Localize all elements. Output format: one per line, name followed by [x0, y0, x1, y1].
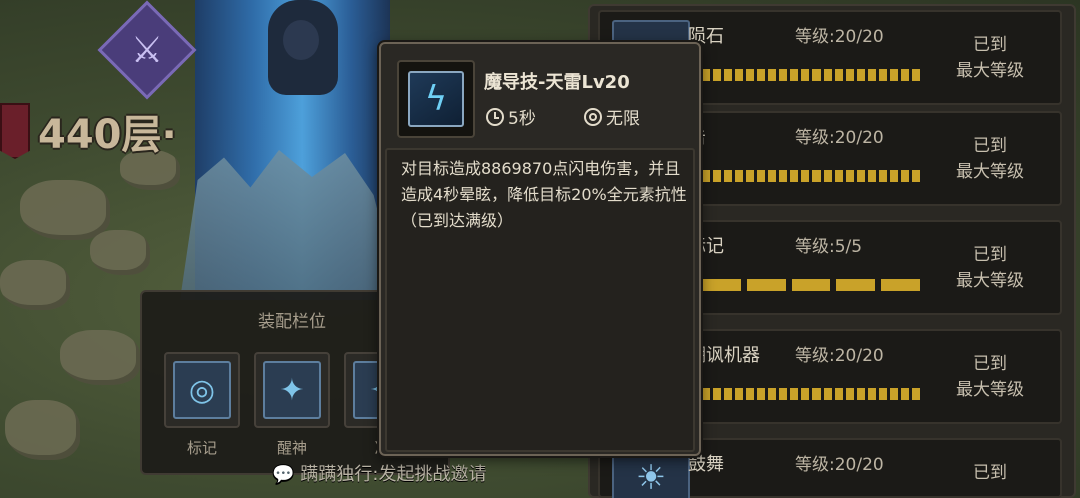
tooltip-description: 对目标造成8869870点闪电伤害，并且造成4秒晕眩，降低目标20%全元素抗性（…	[401, 159, 687, 230]
skill-level: 等级:5/5	[795, 237, 863, 257]
cooldown: 5秒	[486, 104, 536, 129]
skill-progress-bar	[702, 170, 920, 182]
max-level-status: 已到 最大等级	[956, 354, 1024, 400]
speech-icon: 💬	[272, 464, 295, 485]
loadout-slot-2[interactable]: ✦	[254, 352, 330, 428]
max-level-status: 已到	[973, 463, 1007, 483]
tooltip-description-box: 对目标造成8869870点闪电伤害，并且造成4秒晕眩，降低目标20%全元素抗性（…	[385, 148, 695, 452]
uses: 无限	[584, 104, 640, 129]
floor-banner-icon	[0, 103, 30, 159]
floor-label: 440层·	[38, 112, 177, 158]
skill-tooltip: ϟ 魔导技-天雷Lv20 5秒 无限 对目标造成8869870点闪电伤害，并且造…	[379, 42, 701, 456]
skill-level: 等级:20/20	[795, 128, 884, 148]
clock-icon	[486, 107, 504, 126]
crosshair-icon: ◎	[173, 361, 231, 419]
tooltip-title: 魔导技-天雷Lv20	[484, 72, 630, 93]
max-level-status: 已到 最大等级	[956, 35, 1024, 81]
max-level-status: 已到 最大等级	[956, 245, 1024, 291]
target-icon	[584, 107, 602, 126]
skill-level: 等级:20/20	[795, 455, 884, 475]
max-level-status: 已到 最大等级	[956, 136, 1024, 182]
sword-staff-icon: ⚔	[130, 29, 164, 71]
tooltip-icon-frame: ϟ	[397, 60, 475, 138]
loadout-slot-1[interactable]: ◎	[164, 352, 240, 428]
invite-message[interactable]: 💬 蹒蹒独行:发起挑战邀请	[272, 460, 487, 486]
skill-progress-bar	[702, 69, 920, 81]
skill-progress-bar	[702, 279, 920, 291]
sparkle-icon: ✦	[263, 361, 321, 419]
skill-level: 等级:20/20	[795, 27, 884, 47]
loadout-slot-1-label: 标记	[186, 439, 217, 457]
skill-progress-bar	[702, 388, 920, 400]
lightning-icon: ϟ	[408, 71, 464, 127]
loadout-slot-2-label: 醒神	[276, 439, 307, 457]
skill-level: 等级:20/20	[795, 346, 884, 366]
